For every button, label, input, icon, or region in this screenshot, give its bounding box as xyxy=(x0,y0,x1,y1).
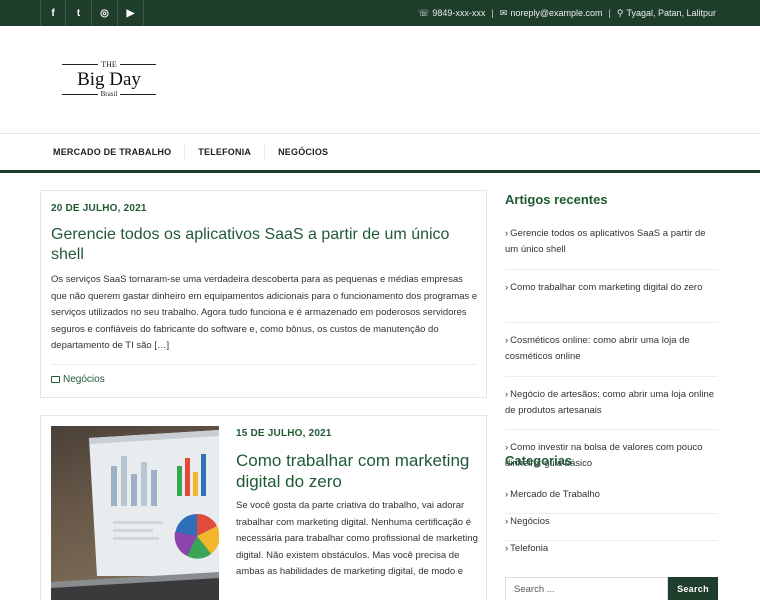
post-card: 20 DE JULHO, 2021 Gerencie todos os apli… xyxy=(40,190,487,398)
chevron-right-icon: › xyxy=(505,442,509,453)
phone-icon: ☏ xyxy=(418,7,430,18)
chevron-right-icon: › xyxy=(505,516,509,527)
site-logo[interactable]: THE Big Day Brasil xyxy=(60,58,160,100)
laptop-chart-image xyxy=(51,430,219,600)
recent-post-item[interactable]: › Como trabalhar com marketing digital do… xyxy=(505,280,718,323)
location-icon: ⚲ xyxy=(616,7,624,18)
nav-underline xyxy=(0,170,760,173)
main-nav: MERCADO DE TRABALHO TELEFONIA NEGÓCIOS xyxy=(40,134,341,170)
separator: | xyxy=(608,8,611,18)
email-icon: ✉ xyxy=(499,7,508,18)
post-date[interactable]: 20 DE JULHO, 2021 xyxy=(51,203,147,214)
post-excerpt: Os serviços SaaS tornaram-se uma verdade… xyxy=(51,274,478,351)
social-links: f t ◎ ▶ xyxy=(40,0,144,26)
chevron-right-icon: › xyxy=(505,228,509,239)
top-bar: f t ◎ ▶ ☏ 9849-xxx-xxx | ✉ noreply@examp… xyxy=(0,0,760,26)
chevron-right-icon: › xyxy=(505,335,509,346)
recent-post-link[interactable]: Negócio de artesãos: como abrir uma loja… xyxy=(505,389,714,416)
logo-sub: Brasil xyxy=(100,90,118,98)
folder-icon xyxy=(51,376,60,383)
post-excerpt: Se você gosta da parte criativa do traba… xyxy=(236,500,478,577)
post-title[interactable]: Como trabalhar com marketing digital do … xyxy=(236,450,481,492)
categories-title: Categorias xyxy=(505,453,573,468)
category-link[interactable]: Telefonia xyxy=(510,543,548,554)
category-link[interactable]: Negócios xyxy=(510,516,550,527)
category-item[interactable]: › Telefonia xyxy=(505,541,718,568)
post-category-label[interactable]: Negócios xyxy=(63,374,105,385)
email-address[interactable]: noreply@example.com xyxy=(510,8,602,18)
categories-list: › Mercado de Trabalho › Negócios › Telefoni… xyxy=(505,487,718,568)
separator: | xyxy=(491,8,494,18)
category-item[interactable]: › Negócios xyxy=(505,514,718,541)
post-category[interactable]: Negócios xyxy=(51,374,105,385)
logo-the: THE xyxy=(101,60,117,69)
recent-post-link[interactable]: Cosméticos online: como abrir uma loja d… xyxy=(505,335,690,362)
recent-post-link[interactable]: Gerencie todos os aplicativos SaaS a par… xyxy=(505,228,706,255)
nav-item-mercado-de-trabalho[interactable]: MERCADO DE TRABALHO xyxy=(40,145,186,159)
post-title[interactable]: Gerencie todos os aplicativos SaaS a par… xyxy=(51,225,481,265)
category-link[interactable]: Mercado de Trabalho xyxy=(510,489,600,500)
nav-item-telefonia[interactable]: TELEFONIA xyxy=(185,145,266,159)
post-thumbnail[interactable] xyxy=(51,426,219,600)
location-text: Tyagal, Patan, Lalitpur xyxy=(626,8,716,18)
nav-item-negocios[interactable]: NEGÓCIOS xyxy=(265,145,341,159)
post-date[interactable]: 15 DE JULHO, 2021 xyxy=(236,428,332,439)
recent-post-link[interactable]: Como trabalhar com marketing digital do … xyxy=(510,282,702,293)
chevron-right-icon: › xyxy=(505,489,509,500)
search-form: Search ... Search xyxy=(505,577,718,600)
facebook-icon[interactable]: f xyxy=(40,0,66,26)
recent-post-item[interactable]: › Negócio de artesãos: como abrir uma loj… xyxy=(505,387,718,430)
category-item[interactable]: › Mercado de Trabalho xyxy=(505,487,718,514)
chevron-right-icon: › xyxy=(505,543,509,554)
logo-name: Big Day xyxy=(77,69,141,90)
recent-post-item[interactable]: › Gerencie todos os aplicativos SaaS a pa… xyxy=(505,226,718,270)
recent-posts-title: Artigos recentes xyxy=(505,192,608,207)
recent-post-item[interactable]: › Cosméticos online: como abrir uma loja … xyxy=(505,333,718,377)
twitter-icon[interactable]: t xyxy=(66,0,92,26)
search-button[interactable]: Search xyxy=(668,577,718,600)
youtube-icon[interactable]: ▶ xyxy=(118,0,144,26)
instagram-icon[interactable]: ◎ xyxy=(92,0,118,26)
phone-number[interactable]: 9849-xxx-xxx xyxy=(432,8,485,18)
post-divider xyxy=(51,364,477,365)
search-input[interactable]: Search ... xyxy=(505,577,668,600)
contact-info: ☏ 9849-xxx-xxx | ✉ noreply@example.com |… xyxy=(418,0,716,26)
chevron-right-icon: › xyxy=(505,281,509,293)
post-card: 15 DE JULHO, 2021 Como trabalhar com mar… xyxy=(40,415,487,600)
chevron-right-icon: › xyxy=(505,388,509,400)
